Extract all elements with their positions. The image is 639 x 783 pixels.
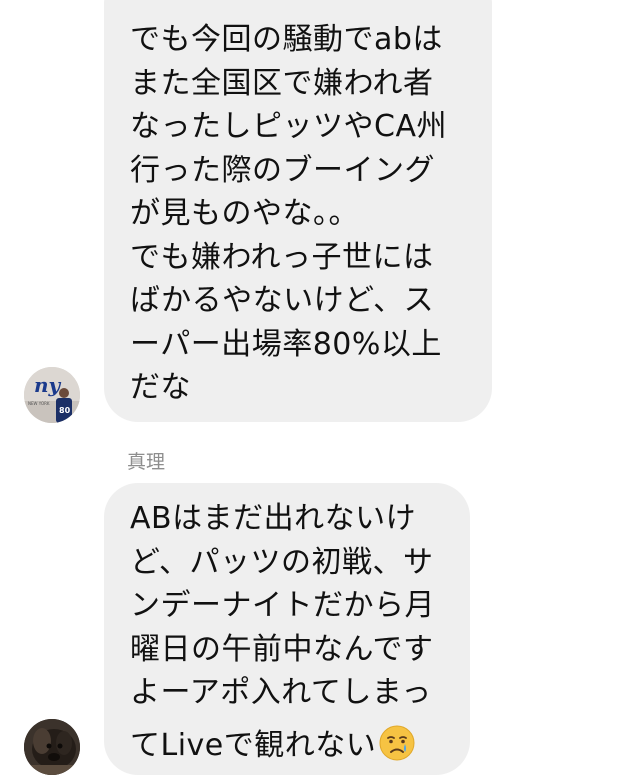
message-bubble[interactable]: ABはまだ出れないけ ど、パッツの初戦、サ ンデーナイトだから月 曜日の午前中な… bbox=[104, 483, 470, 775]
svg-text:80: 80 bbox=[59, 406, 71, 415]
message-text-line: ABはまだ出れないけ bbox=[130, 501, 417, 536]
message-text-line: ど、パッツの初戦、サ bbox=[130, 544, 434, 580]
svg-text:NEW YORK: NEW YORK bbox=[28, 401, 50, 406]
message-text-line-with-emoji: てLiveで観れない bbox=[130, 724, 450, 768]
message-text-line: よーアポ入れてしまっ bbox=[130, 675, 432, 710]
avatar[interactable]: ny NEW YORK 80 bbox=[24, 367, 80, 423]
message-text-line: てLiveで観れない bbox=[130, 727, 377, 763]
message-text-line: が見ものやな。。 bbox=[130, 196, 359, 231]
message-text-line: ーパー出場率80%以上 bbox=[130, 326, 442, 362]
message-text-line: ばかるやないけど、ス bbox=[130, 283, 435, 318]
message-text-line: 曜日の午前中なんです bbox=[130, 631, 434, 667]
message-text-line: 行った際のブーイング bbox=[130, 152, 435, 188]
svg-text:ny: ny bbox=[34, 373, 62, 397]
message-bubble[interactable]: でも今回の騒動でabは また全国区で嫌われ者 なったしピッツやCA州 行った際の… bbox=[104, 0, 492, 422]
sender-name: 真理 bbox=[127, 451, 166, 473]
message-text-line: また全国区で嫌われ者 bbox=[130, 65, 434, 101]
message-text-line: でも嫌われっ子世には bbox=[130, 239, 434, 275]
crying-face-icon bbox=[378, 724, 416, 762]
avatar[interactable] bbox=[24, 719, 80, 775]
giants-logo-avatar-icon: ny NEW YORK 80 bbox=[24, 367, 80, 423]
message-text-line: ンデーナイトだから月 bbox=[130, 588, 435, 623]
dog-photo-avatar-icon bbox=[24, 719, 80, 775]
message-text-line: だな bbox=[130, 370, 191, 405]
message-text-line: でも今回の騒動でabは bbox=[130, 22, 443, 57]
message-text-line: なったしピッツやCA州 bbox=[130, 109, 447, 144]
